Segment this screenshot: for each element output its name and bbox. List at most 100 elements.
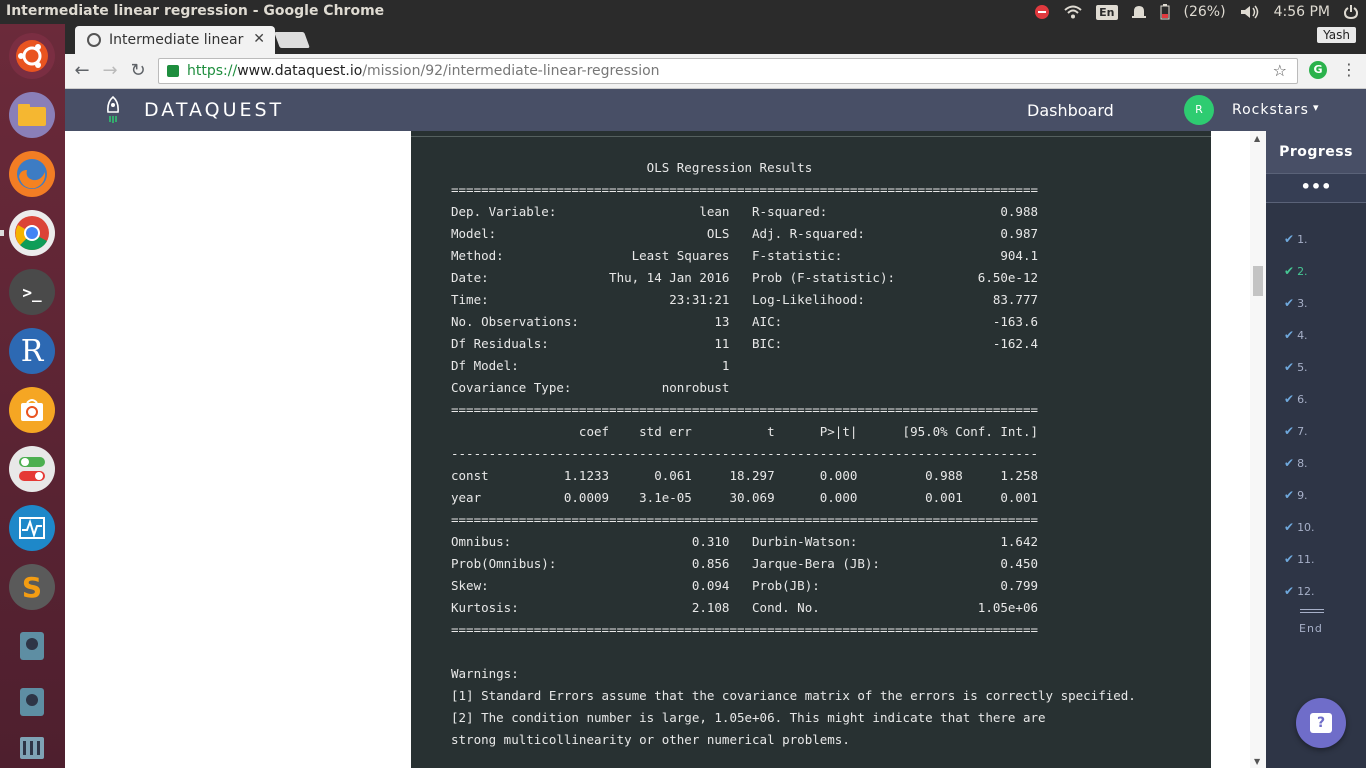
firefox-icon[interactable] [9, 151, 55, 197]
progress-step[interactable]: ✔ 3. [1284, 293, 1308, 313]
rocket-logo-icon[interactable] [105, 95, 121, 124]
reload-icon[interactable]: ↻ [127, 60, 149, 82]
nav-dashboard-link[interactable]: Dashboard [1027, 101, 1114, 120]
checkmark-icon: ✔ [1284, 360, 1295, 374]
progress-step[interactable]: ✔ 8. [1284, 453, 1308, 473]
browser-toolbar: ← → ↻ https:// www.dataquest.io /mission… [65, 54, 1366, 89]
divider [411, 136, 1211, 137]
address-bar[interactable]: https:// www.dataquest.io /mission/92/in… [158, 58, 1298, 84]
settings-toggle-icon[interactable] [9, 446, 55, 492]
scroll-down-arrow-icon[interactable]: ▼ [1254, 757, 1260, 766]
progress-step-label: 8. [1297, 456, 1308, 470]
progress-step-label: 12. [1297, 584, 1315, 598]
progress-step-label: 10. [1297, 520, 1315, 534]
progress-step[interactable]: ✔ 7. [1284, 421, 1308, 441]
app-icon[interactable] [9, 623, 55, 669]
r-icon[interactable]: R [9, 328, 55, 374]
url-protocol: https:// [187, 63, 238, 79]
checkmark-icon: ✔ [1284, 392, 1295, 406]
system-tray: En (26%) 4:56 PM [1034, 0, 1358, 24]
checkmark-icon: ✔ [1284, 584, 1295, 598]
progress-step-label: 6. [1297, 392, 1308, 406]
bookmark-star-icon[interactable]: ☆ [1273, 61, 1287, 80]
secure-lock-icon[interactable] [167, 65, 179, 77]
progress-step[interactable]: ✔ 12. [1284, 581, 1315, 601]
url-path: /mission/92/intermediate-linear-regressi… [362, 63, 660, 79]
battery-percentage: (26%) [1183, 4, 1226, 20]
progress-step[interactable]: ✔ 9. [1284, 485, 1308, 505]
grammarly-extension-icon[interactable]: G [1309, 61, 1327, 79]
checkmark-icon: ✔ [1284, 296, 1295, 310]
progress-step-label: 3. [1297, 296, 1308, 310]
help-chat-button[interactable]: ? [1296, 698, 1346, 748]
checkmark-icon: ✔ [1284, 456, 1295, 470]
progress-step-label: 5. [1297, 360, 1308, 374]
progress-step-label: 1. [1297, 232, 1308, 246]
help-icon: ? [1310, 713, 1332, 733]
progress-step[interactable]: ✔ 1. [1284, 229, 1308, 249]
browser-tab[interactable]: Intermediate linear ✕ [75, 26, 275, 54]
keyboard-language-indicator[interactable]: En [1096, 4, 1118, 20]
running-indicator [0, 230, 4, 236]
back-arrow-icon[interactable]: ← [71, 60, 93, 82]
progress-step[interactable]: ✔ 5. [1284, 357, 1308, 377]
progress-more-button[interactable]: ••• [1266, 173, 1366, 203]
sublime-icon[interactable]: S [9, 564, 55, 610]
app-icon[interactable] [9, 679, 55, 725]
tab-close-icon[interactable]: ✕ [253, 31, 265, 47]
notification-bell-icon[interactable] [1131, 4, 1146, 20]
favicon-icon [87, 33, 101, 47]
do-not-disturb-icon[interactable] [1034, 4, 1050, 20]
progress-step-label: 11. [1297, 552, 1315, 566]
progress-step-label: 4. [1297, 328, 1308, 342]
progress-step-label: 9. [1297, 488, 1308, 502]
checkmark-icon: ✔ [1284, 488, 1295, 502]
profile-button[interactable]: Yash [1317, 27, 1356, 43]
chevron-down-icon[interactable]: ▾ [1313, 101, 1319, 114]
ubuntu-icon[interactable] [9, 33, 55, 79]
app-launcher: >_ R S [0, 24, 65, 768]
progress-end-label[interactable]: End [1299, 622, 1323, 635]
browser-tab-strip: Intermediate linear ✕ Yash [65, 24, 1366, 54]
checkmark-icon: ✔ [1284, 424, 1295, 438]
system-top-bar: Intermediate linear regression - Google … [0, 0, 1366, 24]
volume-icon[interactable] [1240, 5, 1260, 19]
checkmark-icon: ✔ [1284, 232, 1295, 246]
checkmark-icon: ✔ [1284, 328, 1295, 342]
code-output-panel: OLS Regression Results =================… [411, 131, 1211, 768]
progress-step[interactable]: ✔ 6. [1284, 389, 1308, 409]
progress-panel: Progress ••• ✔ 1. ✔ 2. ✔ 3. ✔ 4. ✔ 5. ✔ 6. ✔ 7. ✔ 8. ✔ 9.… [1266, 131, 1366, 768]
browser-menu-icon[interactable]: ⋮ [1341, 60, 1357, 79]
avatar[interactable]: R [1184, 95, 1214, 125]
ols-regression-output: OLS Regression Results =================… [451, 160, 1136, 747]
checkmark-icon: ✔ [1284, 264, 1295, 278]
username-menu[interactable]: Rockstars [1232, 102, 1309, 118]
system-monitor-icon[interactable] [9, 505, 55, 551]
progress-step[interactable]: ✔ 10. [1284, 517, 1315, 537]
site-header: DATAQUEST Dashboard R Rockstars ▾ [65, 89, 1366, 131]
clock[interactable]: 4:56 PM [1274, 4, 1330, 20]
software-center-icon[interactable] [9, 387, 55, 433]
end-marker-icon [1300, 609, 1324, 613]
tab-title: Intermediate linear [109, 32, 244, 48]
window-title: Intermediate linear regression - Google … [6, 3, 385, 19]
page-scrollbar[interactable]: ▲ ▼ [1250, 131, 1266, 768]
battery-icon[interactable] [1160, 4, 1170, 20]
url-host: www.dataquest.io [237, 63, 363, 79]
new-tab-button[interactable] [274, 32, 310, 48]
scroll-up-arrow-icon[interactable]: ▲ [1254, 134, 1260, 143]
progress-step[interactable]: ✔ 4. [1284, 325, 1308, 345]
files-icon[interactable] [9, 92, 55, 138]
progress-step[interactable]: ✔ 2. [1284, 261, 1308, 281]
progress-step[interactable]: ✔ 11. [1284, 549, 1315, 569]
app-icon[interactable] [9, 724, 55, 770]
terminal-icon[interactable]: >_ [9, 269, 55, 315]
scrollbar-thumb[interactable] [1253, 266, 1263, 296]
progress-title: Progress [1266, 131, 1366, 173]
brand-name[interactable]: DATAQUEST [144, 99, 284, 121]
power-icon[interactable] [1344, 4, 1358, 20]
wifi-icon[interactable] [1064, 5, 1082, 19]
progress-step-label: 7. [1297, 424, 1308, 438]
forward-arrow-icon[interactable]: → [99, 60, 121, 82]
chrome-icon[interactable] [9, 210, 55, 256]
